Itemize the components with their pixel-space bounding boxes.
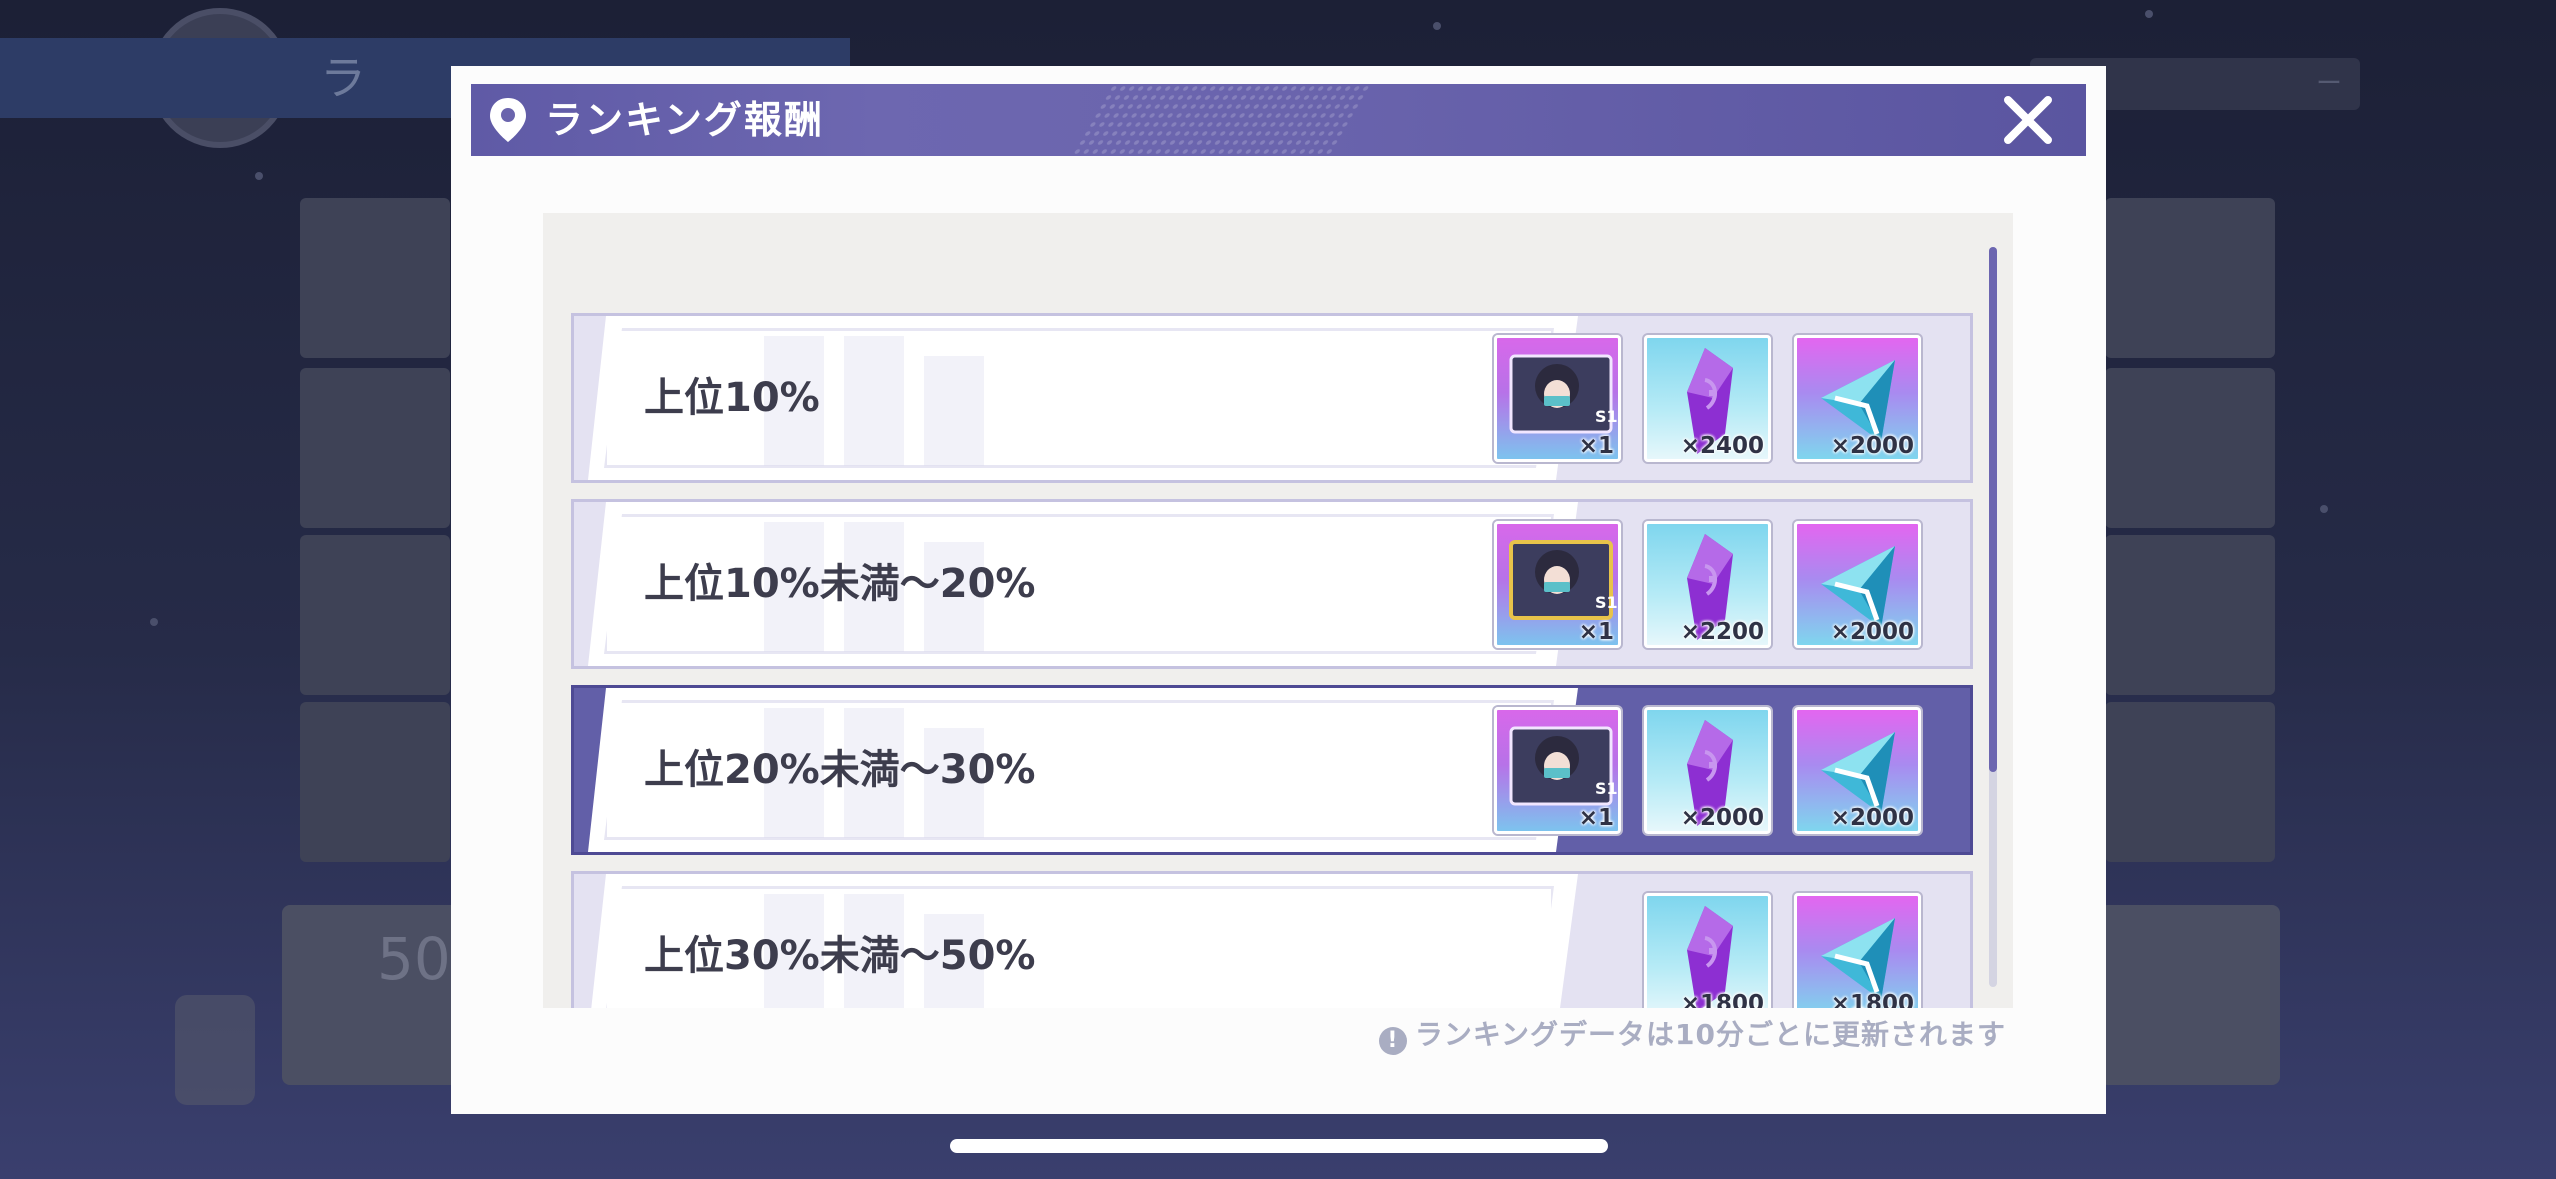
reward-list[interactable]: 上位10% S1 ×1 ×2400 ×2000 上位10%未満～20% S1 ×…: [543, 213, 2013, 1008]
top-right-text: ー: [2315, 69, 2342, 99]
bg-card: [2105, 702, 2275, 862]
card-badge: S1: [1595, 407, 1618, 426]
modal-header: ランキング報酬: [471, 84, 2086, 156]
tier-row-30-50: 上位30%未満～50% ×1800 ×1800: [571, 871, 1973, 1008]
bg-card: [300, 535, 450, 695]
star-decoration: [150, 618, 158, 626]
bg-card: [300, 368, 450, 528]
bg-big-card-right: [2100, 905, 2280, 1085]
reward-qty: ×1: [1578, 619, 1614, 645]
home-indicator[interactable]: [950, 1139, 1608, 1153]
card-badge: S1: [1595, 593, 1618, 612]
reward-card[interactable]: S1 ×1: [1494, 707, 1621, 834]
modal-title: ランキング報酬: [545, 98, 824, 142]
tier-label: 上位10%: [644, 375, 820, 421]
bg-card: [2105, 198, 2275, 358]
bg-card: [300, 198, 450, 358]
bg-card: [2105, 368, 2275, 528]
card-badge: S1: [1595, 779, 1618, 798]
tier-label: 上位20%未満～30%: [644, 747, 1036, 793]
close-icon[interactable]: [2000, 92, 2056, 148]
location-text: ラ: [320, 51, 366, 105]
tier-row-20-30: 上位20%未満～30% S1 ×1 ×2000 ×2000: [571, 685, 1973, 855]
tier-label: 上位30%未満～50%: [644, 933, 1036, 979]
reward-blue-crystal[interactable]: ×2000: [1794, 707, 1921, 834]
star-decoration: [2145, 10, 2153, 18]
bg-card: [2105, 535, 2275, 695]
reward-qty: ×2000: [1680, 805, 1764, 831]
update-notice: ! ランキングデータは10分ごとに更新されます: [1378, 1013, 2006, 1055]
info-icon: !: [1378, 1027, 1407, 1055]
reward-card[interactable]: S1 ×1: [1494, 335, 1621, 462]
reward-card[interactable]: S1 ×1: [1494, 521, 1621, 648]
reward-purple-crystal[interactable]: ×2400: [1644, 335, 1771, 462]
reward-blue-crystal[interactable]: ×1800: [1794, 893, 1921, 1008]
ranking-reward-modal: ランキング報酬 上位10% S1 ×1 ×2400 ×2000 上位10%未満～…: [451, 66, 2106, 1114]
reward-qty: ×2000: [1830, 619, 1914, 645]
scrollbar-thumb[interactable]: [1989, 247, 1997, 772]
reward-qty: ×2200: [1680, 619, 1764, 645]
bg-big-card-text: 50: [377, 925, 451, 993]
reward-qty: ×1: [1578, 805, 1614, 831]
reward-qty: ×2400: [1680, 433, 1764, 459]
location-pin-icon: [490, 98, 526, 142]
reward-purple-crystal[interactable]: ×2200: [1644, 521, 1771, 648]
star-decoration: [255, 172, 263, 180]
reward-qty: ×1800: [1680, 991, 1764, 1008]
tier-row-10-20: 上位10%未満～20% S1 ×1 ×2200 ×2000: [571, 499, 1973, 669]
scrollbar[interactable]: [1989, 247, 1997, 987]
header-dot-pattern: [1070, 84, 1372, 156]
mascot-image: [175, 995, 255, 1105]
reward-qty: ×1800: [1830, 991, 1914, 1008]
bg-card: [300, 702, 450, 862]
star-decoration: [2320, 505, 2328, 513]
reward-qty: ×1: [1578, 433, 1614, 459]
reward-purple-crystal[interactable]: ×1800: [1644, 893, 1771, 1008]
reward-blue-crystal[interactable]: ×2000: [1794, 335, 1921, 462]
tier-row-top10: 上位10% S1 ×1 ×2400 ×2000: [571, 313, 1973, 483]
star-decoration: [1433, 22, 1441, 30]
reward-purple-crystal[interactable]: ×2000: [1644, 707, 1771, 834]
reward-qty: ×2000: [1830, 433, 1914, 459]
tier-label: 上位10%未満～20%: [644, 561, 1036, 607]
update-notice-text: ランキングデータは10分ごとに更新されます: [1414, 1018, 2006, 1051]
reward-blue-crystal[interactable]: ×2000: [1794, 521, 1921, 648]
reward-qty: ×2000: [1830, 805, 1914, 831]
